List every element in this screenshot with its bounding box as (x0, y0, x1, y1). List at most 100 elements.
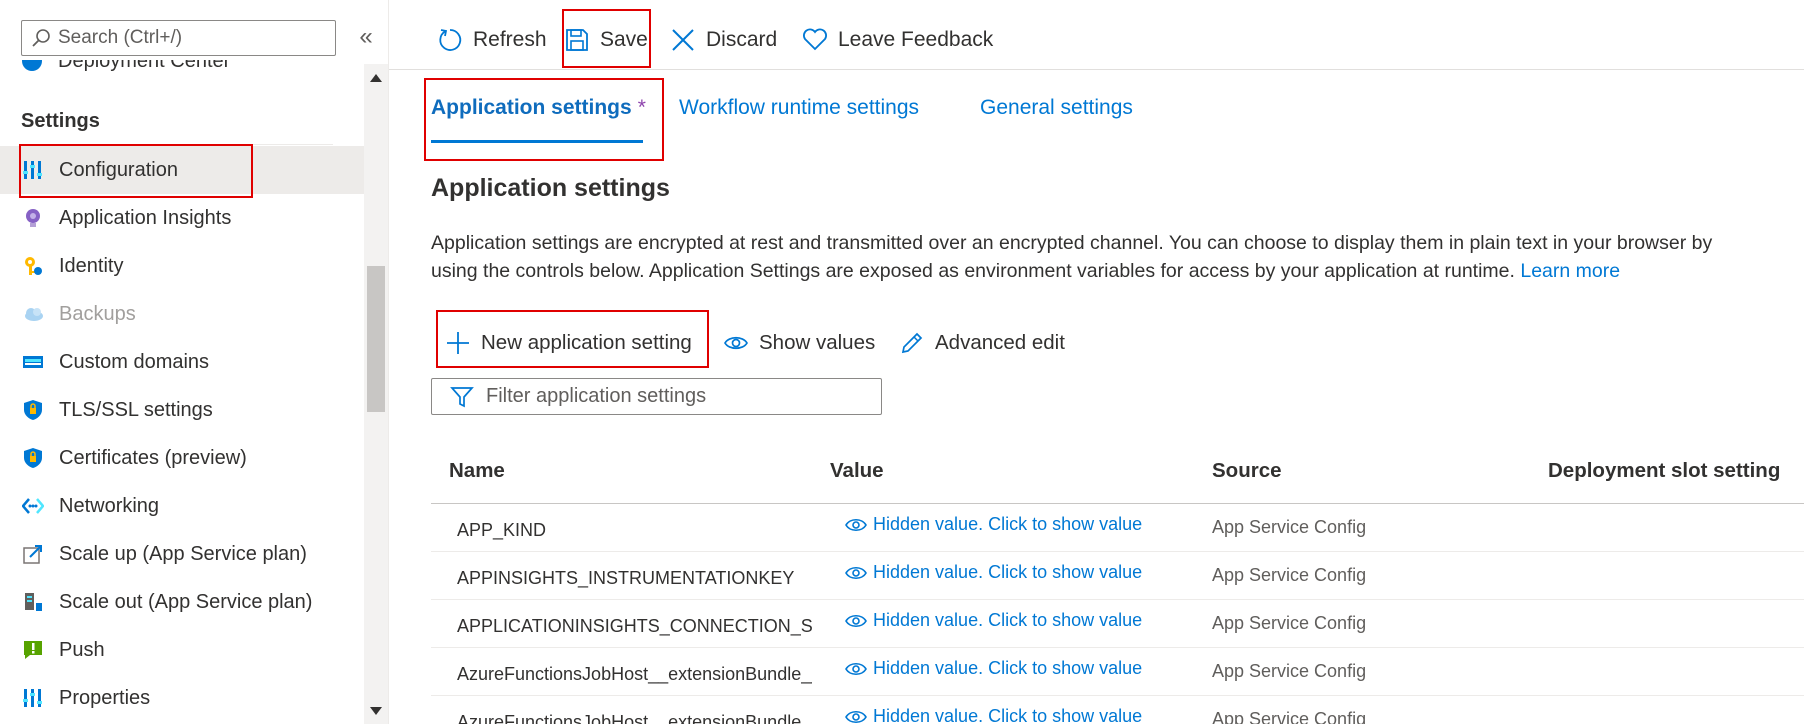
eye-icon (723, 330, 749, 356)
refresh-icon (437, 27, 463, 53)
push-icon (22, 639, 44, 661)
hidden-value-link[interactable]: Hidden value. Click to show value (845, 658, 1142, 679)
command-bar: Refresh Save Discard Leave Feedback (389, 0, 1804, 70)
sidebar-item-custom-domains[interactable]: Custom domains (0, 338, 364, 386)
setting-source: App Service Config (1212, 565, 1367, 585)
sidebar-item-label: Deployment Center (58, 60, 231, 72)
search-icon (32, 29, 50, 47)
column-header-deployment-slot-setting[interactable]: Deployment slot setting (1548, 459, 1780, 483)
sidebar-item-label: Custom domains (59, 350, 210, 373)
sidebar-item-label: Backups (59, 302, 136, 325)
filter-settings-input[interactable]: Filter application settings (431, 378, 882, 415)
collapse-sidebar-button[interactable]: « (352, 22, 380, 52)
new-application-setting-button[interactable]: New application setting (445, 322, 692, 364)
table-row[interactable]: APP_KIND Hidden value. Click to show val… (431, 504, 1804, 552)
show-values-button[interactable]: Show values (723, 322, 875, 364)
eye-icon (845, 614, 867, 627)
scrollbar-thumb[interactable] (367, 266, 385, 412)
advanced-edit-label: Advanced edit (935, 331, 1065, 354)
modified-marker: * (637, 96, 646, 119)
learn-more-link[interactable]: Learn more (1520, 260, 1620, 282)
setting-name: AzureFunctionsJobHost__extensionBundle__… (457, 664, 812, 684)
refresh-label: Refresh (473, 28, 547, 51)
setting-name: AzureFunctionsJobHost__extensionBundle__… (457, 712, 812, 724)
sidebar-item-push[interactable]: Push (0, 626, 364, 674)
hidden-value-label: Hidden value. Click to show value (873, 706, 1143, 724)
sidebar-item-application-insights[interactable]: Application Insights (0, 194, 364, 242)
settings-section-header: Settings (21, 110, 100, 132)
setting-name: APPINSIGHTS_INSTRUMENTATIONKEY (457, 568, 795, 588)
hidden-value-label: Hidden value. Click to show value (873, 610, 1143, 630)
sidebar-item-scale-up[interactable]: Scale up (App Service plan) (0, 530, 364, 578)
scroll-down-icon[interactable] (370, 707, 382, 715)
close-icon (670, 27, 696, 53)
sidebar-item-label: Scale up (App Service plan) (59, 542, 307, 565)
refresh-button[interactable]: Refresh (437, 18, 547, 62)
properties-icon (22, 687, 44, 709)
search-placeholder: Search (Ctrl+/) (58, 27, 183, 48)
discard-button[interactable]: Discard (670, 18, 777, 62)
shield-icon (22, 399, 44, 421)
pencil-icon (899, 330, 925, 356)
hidden-value-label: Hidden value. Click to show value (873, 514, 1143, 534)
sidebar-item-label: Networking (59, 494, 160, 517)
sidebar-item-label: Properties (59, 686, 151, 709)
heart-icon (802, 27, 828, 53)
table-row[interactable]: APPINSIGHTS_INSTRUMENTATIONKEY Hidden va… (431, 552, 1804, 600)
sidebar-search-input[interactable]: Search (Ctrl+/) (21, 20, 336, 56)
sidebar-item-configuration[interactable]: Configuration (0, 146, 364, 194)
eye-icon (845, 518, 867, 531)
description-line-2-text: using the controls below. Application Se… (431, 260, 1515, 282)
leave-feedback-button[interactable]: Leave Feedback (802, 18, 993, 62)
setting-source: App Service Config (1212, 709, 1367, 724)
sidebar-item-tls-ssl[interactable]: TLS/SSL settings (0, 386, 364, 434)
eye-icon (845, 710, 867, 723)
column-header-source[interactable]: Source (1212, 459, 1282, 483)
sidebar-item-networking[interactable]: Networking (0, 482, 364, 530)
sidebar-item-scale-out[interactable]: Scale out (App Service plan) (0, 578, 364, 626)
eye-icon (845, 566, 867, 579)
tab-general-settings[interactable]: General settings (980, 96, 1133, 120)
setting-source: App Service Config (1212, 661, 1367, 681)
domain-icon (22, 351, 44, 373)
identity-key-icon (22, 255, 44, 277)
column-header-value[interactable]: Value (830, 459, 884, 483)
sidebar-item-deployment-center[interactable]: Deployment Center (22, 60, 230, 74)
advanced-edit-button[interactable]: Advanced edit (899, 322, 1065, 364)
setting-name: APPLICATIONINSIGHTS_CONNECTION_STRING (457, 616, 812, 636)
page-title: Application settings (431, 174, 670, 202)
filter-icon (450, 386, 474, 407)
hidden-value-link[interactable]: Hidden value. Click to show value (845, 706, 1142, 724)
sidebar-item-label: TLS/SSL settings (59, 398, 213, 421)
sidebar-item-properties[interactable]: Properties (0, 674, 364, 722)
column-header-name[interactable]: Name (449, 459, 505, 483)
sidebar-scrollbar[interactable] (364, 64, 388, 724)
table-row[interactable]: AzureFunctionsJobHost__extensionBundle__… (431, 648, 1804, 696)
scroll-up-icon[interactable] (370, 74, 382, 82)
setting-source: App Service Config (1212, 517, 1367, 537)
eye-icon (845, 662, 867, 675)
new-application-setting-label: New application setting (481, 331, 692, 354)
hidden-value-link[interactable]: Hidden value. Click to show value (845, 514, 1142, 535)
sidebar: Search (Ctrl+/) « Deployment Center Sett… (0, 0, 388, 724)
table-row[interactable]: AzureFunctionsJobHost__extensionBundle__… (431, 696, 1804, 724)
sidebar-item-backups[interactable]: Backups (0, 290, 364, 338)
tab-label: Application settings (431, 96, 632, 119)
hidden-value-link[interactable]: Hidden value. Click to show value (845, 610, 1142, 631)
description: Application settings are encrypted at re… (431, 229, 1804, 285)
active-tab-indicator (431, 140, 643, 143)
save-button[interactable]: Save (564, 18, 648, 62)
sidebar-item-certificates[interactable]: Certificates (preview) (0, 434, 364, 482)
leave-feedback-label: Leave Feedback (838, 28, 994, 51)
setting-name: APP_KIND (457, 520, 547, 540)
hidden-value-link[interactable]: Hidden value. Click to show value (845, 562, 1142, 583)
section-divider (21, 144, 333, 145)
sidebar-item-label: Scale out (App Service plan) (59, 590, 313, 613)
scale-up-icon (22, 543, 44, 565)
sidebar-nav: Deployment Center Settings Configuration (0, 60, 364, 724)
table-row[interactable]: APPLICATIONINSIGHTS_CONNECTION_STRING Hi… (431, 600, 1804, 648)
tab-application-settings[interactable]: Application settings * (431, 96, 646, 120)
scale-out-icon (22, 591, 44, 613)
sidebar-item-identity[interactable]: Identity (0, 242, 364, 290)
tab-workflow-runtime-settings[interactable]: Workflow runtime settings (679, 96, 919, 120)
